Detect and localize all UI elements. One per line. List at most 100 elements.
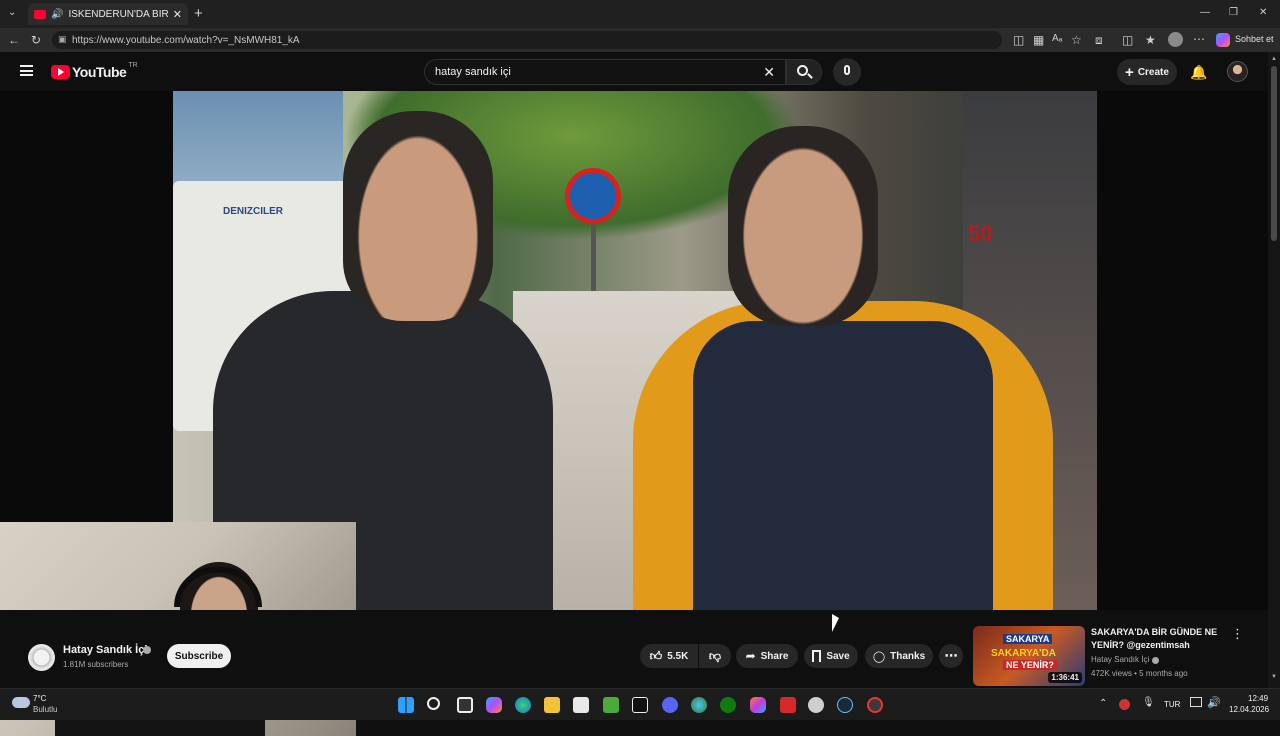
split-screen-icon[interactable]: ◫ bbox=[1122, 34, 1133, 46]
tray-chevron-icon[interactable]: ⌃ bbox=[1099, 698, 1107, 709]
no-parking-sign bbox=[565, 168, 621, 224]
thanks-button[interactable]: ◯ Thanks bbox=[865, 644, 933, 668]
scroll-up-icon[interactable]: ▲ bbox=[1271, 56, 1277, 62]
account-avatar[interactable] bbox=[1227, 61, 1248, 82]
search-button[interactable] bbox=[786, 59, 822, 85]
site-info-icon[interactable]: ▣ bbox=[58, 34, 67, 45]
subscribe-button[interactable]: Subscribe bbox=[167, 644, 231, 668]
restore-window-icon[interactable]: ❐ bbox=[1229, 8, 1238, 18]
tray-mic-icon[interactable]: 🎙 bbox=[1142, 697, 1155, 708]
youtube-logo[interactable]: YouTube TR bbox=[51, 62, 138, 80]
tab-list-chevron-icon[interactable]: ⌄ bbox=[8, 8, 16, 18]
translate-icon[interactable]: Aₐ bbox=[1052, 34, 1062, 44]
edge-icon[interactable] bbox=[515, 697, 531, 713]
network-icon[interactable] bbox=[1190, 697, 1202, 707]
task-view-icon[interactable] bbox=[457, 697, 473, 713]
windows-taskbar: 7°C Bulutlu ⌃ 🎙 TUR 🔊 12:49 12.04.2026 bbox=[0, 688, 1280, 720]
recommended-video[interactable]: SAKARYA SAKARYA'DA NE YENİR? 1:36:41 SAK… bbox=[973, 626, 1253, 688]
input-language[interactable]: TUR bbox=[1164, 700, 1180, 709]
recommended-thumbnail[interactable]: SAKARYA SAKARYA'DA NE YENİR? 1:36:41 bbox=[973, 626, 1085, 686]
steam-icon[interactable] bbox=[837, 697, 853, 713]
m365-icon[interactable] bbox=[750, 697, 766, 713]
shop-sale-sign: 50 bbox=[968, 221, 993, 246]
recommended-channel[interactable]: Hatay Sandık İçi bbox=[1091, 655, 1149, 664]
more-options-icon[interactable]: ⋮ bbox=[1231, 626, 1244, 642]
capcut-icon[interactable] bbox=[632, 697, 648, 713]
minimize-window-icon[interactable]: — bbox=[1200, 8, 1210, 18]
extensions-icon[interactable]: ⧈ bbox=[1095, 34, 1103, 46]
scroll-down-icon[interactable]: ▼ bbox=[1271, 674, 1277, 680]
verified-badge-icon bbox=[1152, 657, 1159, 664]
browser-tab[interactable]: 🔊 İSKENDERUN'DA BİR GÜNDE ✕ bbox=[28, 3, 188, 25]
video-player[interactable]: DENIZCILER 50 bbox=[0, 91, 1268, 736]
thumb-text-top: SAKARYA bbox=[1003, 634, 1053, 644]
more-menu-icon[interactable]: ⋯ bbox=[1193, 33, 1205, 45]
address-bar[interactable]: ▣ https://www.youtube.com/watch?v=_NsMWH… bbox=[52, 31, 1002, 49]
clock-time[interactable]: 12:49 bbox=[1248, 694, 1268, 703]
reader-icon[interactable]: ◫ bbox=[1013, 34, 1024, 46]
thumb-text-bottom: NE YENİR? bbox=[1003, 660, 1057, 670]
tray-app-icon[interactable] bbox=[1119, 699, 1130, 710]
share-button[interactable]: ➦ Share bbox=[736, 644, 798, 668]
volume-icon[interactable]: 🔊 bbox=[1207, 696, 1221, 709]
browser-globe-icon[interactable] bbox=[691, 697, 707, 713]
weather-condition: Bulutlu bbox=[33, 705, 58, 714]
copilot-icon[interactable] bbox=[1216, 33, 1230, 47]
windows-start-icon[interactable] bbox=[398, 697, 414, 713]
back-icon[interactable]: ← bbox=[8, 34, 20, 46]
app-icon[interactable]: ▦ bbox=[1033, 34, 1044, 46]
browser-toolbar: ← ↻ ▣ https://www.youtube.com/watch?v=_N… bbox=[0, 28, 1280, 52]
more-actions-button[interactable]: ⋯ bbox=[939, 644, 963, 668]
channel-avatar[interactable] bbox=[28, 644, 55, 671]
minecraft-icon[interactable] bbox=[603, 697, 619, 713]
favorites-icon[interactable]: ★ bbox=[1145, 34, 1156, 46]
channel-name[interactable]: Hatay Sandık İçi bbox=[63, 644, 147, 656]
new-tab-icon[interactable]: + bbox=[194, 6, 203, 21]
app-shield-icon[interactable] bbox=[808, 697, 824, 713]
weather-cloud-icon[interactable] bbox=[12, 697, 30, 708]
store-icon[interactable] bbox=[573, 697, 589, 713]
copilot-taskbar-icon[interactable] bbox=[486, 697, 502, 713]
like-button[interactable]: 👍︎ 5.5K bbox=[640, 644, 698, 668]
person-left-head bbox=[343, 111, 493, 321]
like-count: 5.5K bbox=[667, 650, 689, 662]
clock-date[interactable]: 12.04.2026 bbox=[1229, 705, 1269, 714]
recommended-title[interactable]: SAKARYA'DA BİR GÜNDE NE YENİR? @gezentim… bbox=[1091, 626, 1221, 652]
plus-icon: + bbox=[1125, 63, 1134, 81]
youtube-play-logo-icon bbox=[51, 65, 70, 79]
page-scrollbar[interactable]: ▲ ▼ bbox=[1268, 52, 1280, 688]
tab-title: İSKENDERUN'DA BİR GÜNDE bbox=[68, 8, 168, 20]
address-url: https://www.youtube.com/watch?v=_NsMWH81… bbox=[72, 34, 300, 46]
thanks-label: Thanks bbox=[890, 650, 926, 662]
xbox-icon[interactable] bbox=[720, 697, 736, 713]
thumbs-up-icon: 👍︎ bbox=[649, 648, 663, 663]
youtube-header: YouTube TR hatay sandık içi ✕ + Create 🔔 bbox=[0, 52, 1280, 91]
search-input[interactable]: hatay sandık içi ✕ bbox=[424, 59, 786, 85]
scroll-thumb[interactable] bbox=[1271, 66, 1277, 241]
hamburger-menu-icon[interactable] bbox=[20, 65, 33, 76]
copilot-label[interactable]: Sohbet et bbox=[1235, 34, 1274, 44]
clear-search-icon[interactable]: ✕ bbox=[763, 64, 775, 81]
youtube-wordmark: YouTube bbox=[72, 64, 127, 80]
favorite-star-icon[interactable]: ☆ bbox=[1071, 34, 1082, 46]
profile-avatar[interactable] bbox=[1168, 32, 1183, 47]
recording-app-icon[interactable] bbox=[867, 697, 883, 713]
refresh-icon[interactable]: ↻ bbox=[31, 34, 41, 46]
person-right-vest bbox=[693, 321, 993, 610]
voice-search-button[interactable] bbox=[833, 58, 861, 86]
person-right-head bbox=[728, 126, 878, 326]
speaker-icon[interactable]: 🔊 bbox=[51, 9, 63, 20]
voicemod-icon[interactable] bbox=[780, 697, 796, 713]
discord-icon[interactable] bbox=[662, 697, 678, 713]
mouse-cursor-icon bbox=[832, 613, 839, 637]
thumbs-down-icon: 👎︎ bbox=[708, 648, 722, 663]
close-tab-icon[interactable]: ✕ bbox=[173, 8, 182, 21]
search-icon[interactable] bbox=[427, 697, 440, 710]
file-explorer-icon[interactable] bbox=[544, 697, 560, 713]
close-window-icon[interactable]: ✕ bbox=[1259, 8, 1267, 18]
save-button[interactable]: Save bbox=[804, 644, 858, 668]
create-button[interactable]: + Create bbox=[1117, 59, 1177, 85]
notifications-bell-icon[interactable]: 🔔 bbox=[1190, 64, 1207, 81]
super-thanks-icon: ◯ bbox=[872, 650, 886, 663]
dislike-button[interactable]: 👎︎ bbox=[699, 644, 731, 668]
